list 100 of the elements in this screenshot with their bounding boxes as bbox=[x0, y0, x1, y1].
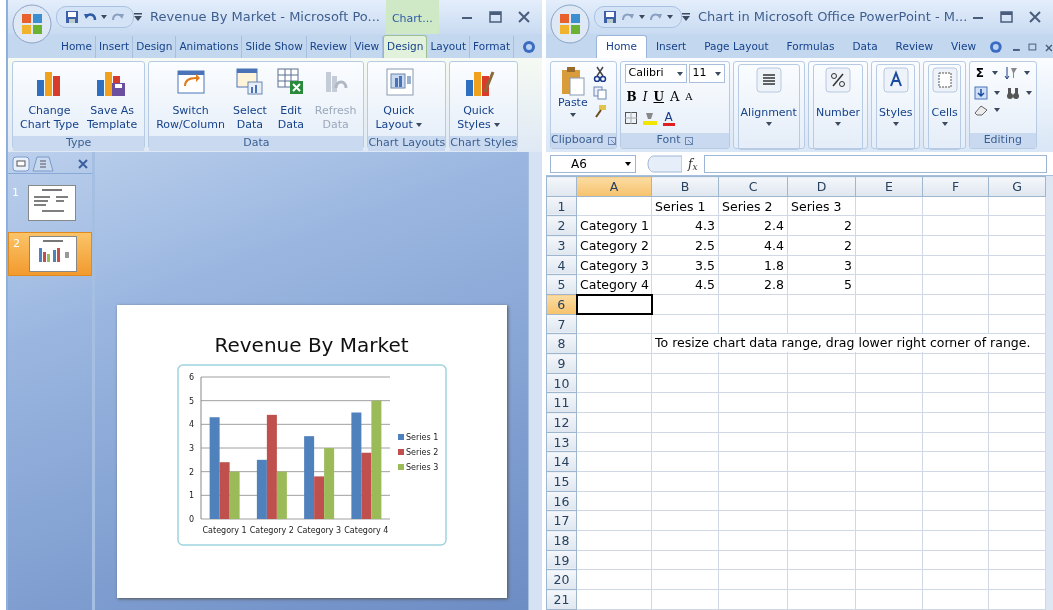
caret-icon[interactable] bbox=[993, 91, 1000, 95]
row-header[interactable]: 1 bbox=[546, 196, 577, 216]
row-header[interactable]: 10 bbox=[546, 373, 577, 393]
caret-icon[interactable] bbox=[101, 15, 107, 19]
row-header[interactable]: 12 bbox=[546, 412, 577, 433]
bar[interactable] bbox=[303, 436, 314, 519]
ribbon-button[interactable]: Quick Styles bbox=[454, 64, 504, 134]
ribbon-tab[interactable]: Home bbox=[596, 35, 647, 58]
font-style-button[interactable]: I bbox=[640, 87, 650, 106]
row-header[interactable]: 9 bbox=[546, 353, 577, 374]
bar[interactable] bbox=[350, 412, 361, 519]
column-header[interactable]: F bbox=[922, 176, 989, 197]
font-style-button[interactable]: U bbox=[651, 87, 666, 106]
close-icon[interactable] bbox=[1029, 11, 1041, 23]
maximize-icon[interactable] bbox=[1000, 11, 1013, 23]
ribbon-tab[interactable]: Data bbox=[843, 36, 887, 58]
cut-icon[interactable] bbox=[592, 66, 607, 82]
row-header[interactable]: 3 bbox=[546, 235, 577, 256]
caret-icon[interactable] bbox=[1024, 71, 1030, 75]
column-header[interactable]: E bbox=[855, 176, 923, 197]
row-header[interactable]: 16 bbox=[546, 491, 577, 511]
row-header[interactable]: 4 bbox=[546, 255, 577, 275]
bar[interactable] bbox=[266, 414, 277, 519]
row-header[interactable]: 13 bbox=[546, 432, 577, 452]
row-header[interactable]: 17 bbox=[546, 510, 577, 531]
fill-down-icon[interactable] bbox=[973, 86, 988, 100]
row-header[interactable]: 11 bbox=[546, 392, 577, 413]
ribbon-tab[interactable]: Design bbox=[383, 35, 428, 58]
row-header[interactable]: 8 bbox=[546, 333, 577, 354]
binoculars-icon[interactable] bbox=[1005, 86, 1020, 100]
ribbon-tab[interactable]: View bbox=[942, 36, 985, 58]
dialog-launcher-icon[interactable] bbox=[607, 136, 616, 145]
column-header[interactable]: B bbox=[651, 176, 719, 197]
row-header[interactable]: 19 bbox=[546, 550, 577, 570]
close-icon[interactable] bbox=[518, 11, 530, 23]
font-style-button[interactable]: A bbox=[683, 89, 695, 105]
row-header[interactable]: 7 bbox=[546, 314, 577, 334]
sort-filter-icon[interactable] bbox=[1004, 66, 1018, 80]
ribbon-button[interactable]: Save As Template bbox=[84, 64, 141, 134]
caret-icon[interactable] bbox=[667, 15, 673, 19]
close-icon[interactable] bbox=[78, 158, 88, 169]
ribbon-button[interactable]: Number bbox=[812, 64, 864, 150]
undo-icon[interactable] bbox=[83, 11, 97, 23]
autosum-button[interactable]: Σ bbox=[973, 64, 986, 82]
row-header[interactable]: 6 bbox=[546, 294, 577, 315]
fill-color-icon[interactable] bbox=[642, 111, 657, 125]
ribbon-tab[interactable]: Formulas bbox=[777, 36, 844, 58]
ribbon-tab[interactable]: Insert bbox=[647, 36, 696, 58]
help-icon[interactable] bbox=[989, 40, 1003, 54]
column-header[interactable]: C bbox=[718, 176, 788, 197]
column-header[interactable]: D bbox=[787, 176, 856, 197]
maximize-icon[interactable] bbox=[489, 11, 502, 23]
row-header[interactable]: 14 bbox=[546, 451, 577, 472]
row-header[interactable]: 2 bbox=[546, 215, 577, 236]
caret-icon[interactable] bbox=[992, 71, 998, 75]
dialog-launcher-icon[interactable] bbox=[684, 136, 693, 145]
column-header[interactable]: A bbox=[576, 176, 652, 197]
row-header[interactable]: 5 bbox=[546, 274, 577, 295]
ribbon-tab[interactable]: Review bbox=[886, 36, 943, 58]
save-icon[interactable] bbox=[65, 10, 79, 24]
font-style-button[interactable]: B bbox=[624, 87, 639, 106]
help-icon[interactable] bbox=[522, 40, 537, 54]
ribbon-button[interactable]: Styles bbox=[876, 64, 916, 150]
ribbon-tab[interactable]: Page Layout bbox=[695, 36, 778, 58]
font-color-button[interactable]: A bbox=[662, 110, 675, 126]
caret-icon[interactable] bbox=[639, 15, 645, 19]
font-size-field[interactable]: 11 bbox=[688, 64, 725, 83]
save-icon[interactable] bbox=[603, 10, 617, 24]
name-box[interactable]: A6 bbox=[550, 154, 636, 173]
font-name-field[interactable]: Calibri bbox=[624, 64, 687, 83]
ribbon-button[interactable]: Select Data bbox=[229, 64, 270, 134]
active-cell[interactable] bbox=[576, 294, 652, 315]
row-header[interactable]: 21 bbox=[546, 589, 577, 610]
borders-icon[interactable] bbox=[624, 112, 637, 124]
insert-function-button[interactable]: f$_{x}$ bbox=[688, 154, 698, 173]
row-header[interactable]: 18 bbox=[546, 530, 577, 551]
format-painter-icon[interactable] bbox=[592, 104, 607, 118]
formula-input-field[interactable] bbox=[703, 154, 1047, 173]
eraser-icon[interactable] bbox=[973, 104, 988, 116]
restore-icon[interactable] bbox=[1028, 43, 1038, 52]
customize-caret-icon[interactable] bbox=[682, 13, 690, 21]
row-header[interactable]: 15 bbox=[546, 471, 577, 492]
close-icon[interactable] bbox=[1045, 44, 1053, 52]
customize-caret-icon[interactable] bbox=[134, 13, 142, 21]
ribbon-button[interactable]: Alignment bbox=[737, 64, 800, 150]
ribbon-button[interactable]: Cells bbox=[928, 64, 961, 150]
font-style-button[interactable]: A bbox=[667, 87, 682, 107]
paste-button[interactable]: Paste bbox=[555, 64, 591, 119]
row-header[interactable]: 20 bbox=[546, 569, 577, 590]
ribbon-button[interactable]: Quick Layout bbox=[372, 64, 426, 134]
bar[interactable] bbox=[323, 448, 334, 519]
ribbon-button[interactable]: Edit Data bbox=[271, 64, 310, 134]
bar[interactable] bbox=[209, 417, 220, 519]
caret-icon[interactable] bbox=[993, 108, 1000, 112]
column-header[interactable]: G bbox=[988, 176, 1046, 197]
ribbon-button[interactable]: Switch Row/Column bbox=[153, 64, 228, 134]
bar[interactable] bbox=[370, 400, 381, 519]
slides-tab-icon[interactable] bbox=[12, 155, 30, 172]
ribbon-button[interactable]: Change Chart Type bbox=[17, 64, 82, 134]
bar[interactable] bbox=[256, 459, 267, 519]
